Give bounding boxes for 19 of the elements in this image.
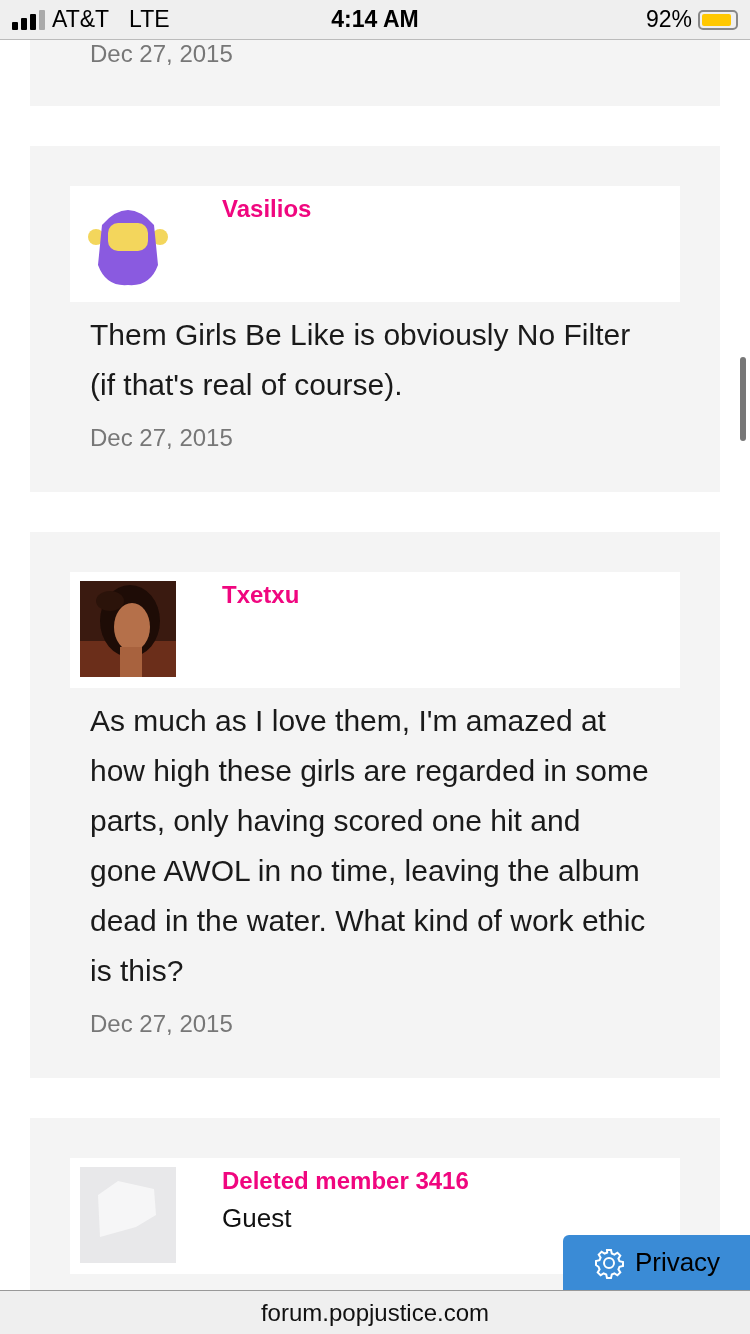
address-bar[interactable]: forum.popjustice.com bbox=[0, 1290, 750, 1334]
url-text: forum.popjustice.com bbox=[260, 1298, 490, 1327]
post-date: Dec 27, 2015 bbox=[90, 1010, 234, 1038]
post-text: As much as I love them, I'm amazed at how high these girls are regarded in some parts, only having scored one hit and gone AWOL in no time, leaving the album dead in the water. What kind of work ethic is this? bbox=[90, 703, 650, 989]
signal-icon bbox=[12, 9, 46, 30]
battery-icon bbox=[698, 9, 738, 30]
post-text: Them Girls Be Like is obviously No Filter (if that's real of course). bbox=[90, 317, 632, 403]
network-label: LTE bbox=[129, 6, 170, 33]
post-date: Dec 27, 2015 bbox=[90, 424, 234, 452]
author-role: Guest bbox=[222, 1203, 293, 1234]
clock: 4:14 AM bbox=[331, 6, 419, 33]
author-name[interactable]: Deleted member 3416 bbox=[222, 1167, 469, 1195]
settings-icon bbox=[592, 1246, 625, 1279]
author-name[interactable]: Txetxu bbox=[222, 581, 300, 609]
battery-percent: 92% bbox=[645, 6, 692, 33]
author-name[interactable]: Vasilios bbox=[222, 195, 312, 223]
privacy-button[interactable]: Privacy bbox=[563, 1235, 750, 1290]
carrier-label: AT&T bbox=[52, 6, 110, 33]
post-date: Dec 27, 2015 bbox=[90, 40, 234, 68]
